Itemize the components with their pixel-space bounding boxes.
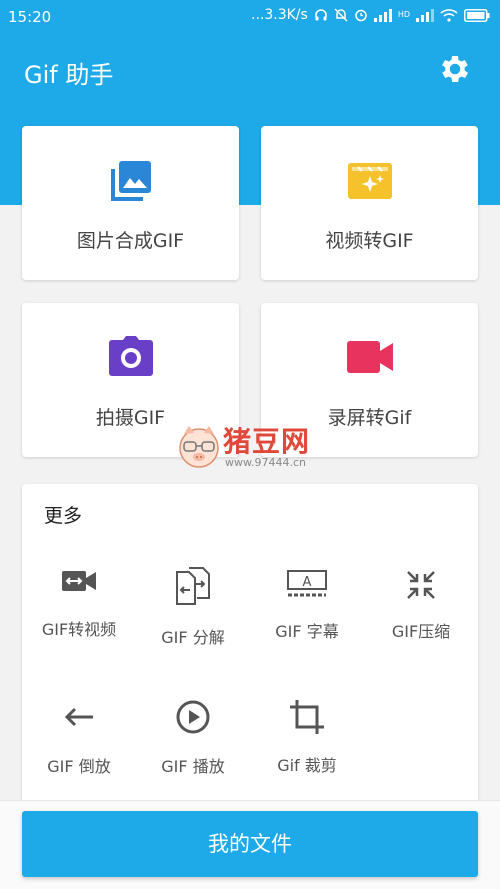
signal-icon-2 (416, 8, 434, 22)
hd-label: HD (397, 10, 410, 19)
tool-label: GIF 倒放 (47, 757, 111, 776)
video-sparkle-icon (347, 163, 392, 203)
tool-gif-reverse[interactable]: GIF 倒放 (22, 706, 136, 777)
image-gallery-icon (109, 159, 153, 207)
watermark-url: www.97444.cn (225, 456, 306, 469)
split-icon (176, 567, 210, 605)
status-bar: 15:20 ...3.3K/s HD (0, 0, 500, 34)
battery-icon (464, 8, 490, 22)
watermark: 猪豆网 www.97444.cn (175, 420, 335, 472)
card-label: 视频转GIF (325, 230, 414, 252)
tool-label: GIF转视频 (41, 620, 117, 639)
subtitle-icon: A (287, 570, 327, 597)
card-video-to-gif[interactable]: 视频转GIF (261, 126, 478, 280)
card-label: 图片合成GIF (76, 230, 185, 252)
more-title: 更多 (44, 505, 83, 527)
play-circle-icon (176, 700, 210, 734)
tool-gif-to-video[interactable]: GIF转视频 (22, 568, 136, 640)
reverse-arrow-icon (64, 707, 93, 727)
svg-text:A: A (303, 575, 312, 590)
pig-logo-icon (179, 426, 219, 468)
tool-gif-compress[interactable]: GIF压缩 (364, 570, 478, 642)
tool-gif-subtitle[interactable]: A GIF 字幕 (250, 570, 364, 642)
tool-label: GIF压缩 (391, 622, 451, 641)
tool-label: GIF 分解 (161, 628, 225, 647)
app-title: Gif 助手 (24, 61, 114, 89)
gif-to-video-icon (62, 571, 96, 591)
compress-icon (407, 571, 435, 599)
tool-gif-split[interactable]: GIF 分解 (136, 566, 250, 648)
tool-gif-crop[interactable]: Gif 裁剪 (250, 698, 364, 776)
more-panel: 更多 GIF转视频 GIF 分解 A GIF 字幕 GIF压缩 GIF 倒放 G… (22, 484, 478, 804)
signal-icon (373, 8, 392, 22)
camera-icon (108, 336, 153, 380)
tool-label: Gif 裁剪 (277, 756, 337, 775)
network-speed: ...3.3K/s (251, 7, 308, 23)
status-time: 15:20 (8, 8, 52, 26)
tool-label: GIF 字幕 (275, 622, 339, 641)
watermark-text: 猪豆网 (223, 425, 311, 458)
status-icons: ...3.3K/s HD (251, 7, 490, 23)
video-camera-icon (346, 341, 393, 377)
tool-gif-play[interactable]: GIF 播放 (136, 699, 250, 777)
wifi-icon (440, 8, 458, 22)
tool-label: GIF 播放 (161, 757, 225, 776)
headphone-icon (314, 8, 328, 22)
my-files-button[interactable]: 我的文件 (22, 811, 478, 877)
mute-bell-icon (334, 8, 348, 22)
card-image-to-gif[interactable]: 图片合成GIF (22, 126, 239, 280)
alarm-icon (354, 8, 368, 22)
crop-icon (290, 700, 324, 734)
settings-gear-icon[interactable] (437, 51, 473, 87)
